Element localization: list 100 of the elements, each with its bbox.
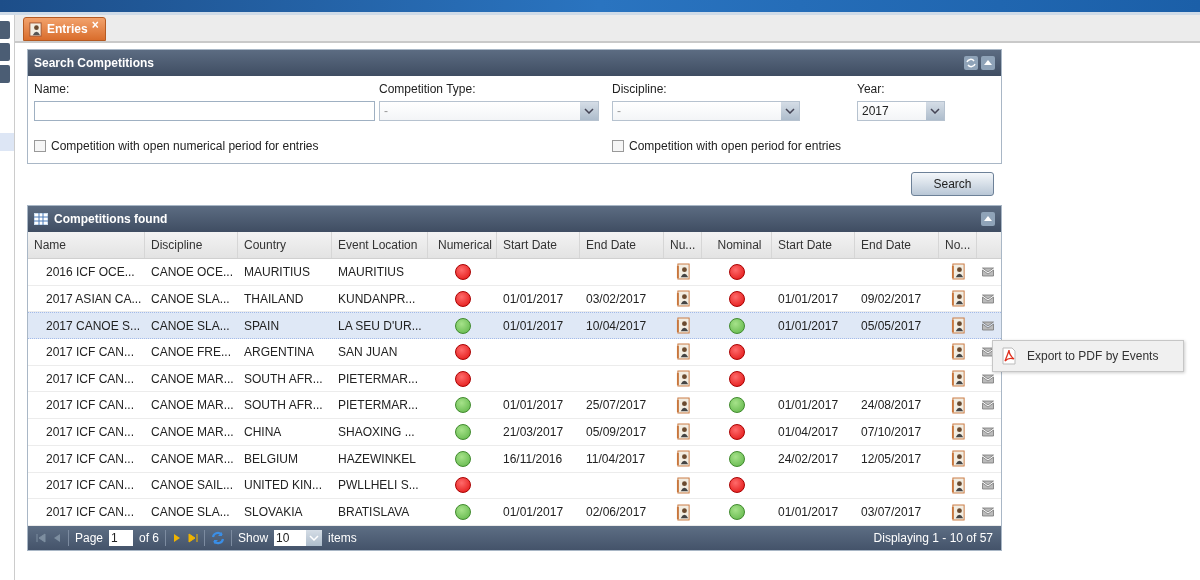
address-book-icon[interactable]	[675, 396, 691, 414]
column-header[interactable]: Nominal	[702, 232, 772, 258]
table-cell-text: 03/07/2017	[860, 504, 923, 522]
refresh-icon[interactable]	[211, 530, 226, 545]
checkbox-label: Competition with open numerical period for entries	[51, 139, 319, 153]
column-header[interactable]: Discipline	[145, 232, 238, 258]
envelope-icon[interactable]	[981, 346, 994, 357]
page-size-dropdown[interactable]: 10	[274, 529, 323, 546]
table-cell-text: 01/01/2017	[502, 504, 565, 522]
year-dropdown[interactable]: 2017	[857, 101, 945, 121]
first-page-icon[interactable]	[36, 532, 46, 543]
table-cell-text: CANOE SAIL...	[150, 477, 235, 495]
table-cell-text: CHINA	[243, 423, 283, 441]
column-header[interactable]: Start Date	[772, 232, 855, 258]
address-book-icon[interactable]	[950, 396, 966, 414]
envelope-icon[interactable]	[981, 453, 994, 464]
paging-summary: Displaying 1 - 10 of 57	[873, 530, 993, 545]
address-book-icon[interactable]	[950, 290, 966, 308]
show-label: Show	[238, 530, 269, 545]
table-cell-text: 16/11/2016	[502, 450, 564, 468]
table-row[interactable]: 2017 ICF CAN... CANOE MAR... SOUTH AFR... PIETERMAR...	[28, 365, 1001, 393]
address-book-icon[interactable]	[675, 290, 691, 308]
table-cell-text: 2017 ICF CAN...	[45, 397, 136, 415]
table-cell-text: 09/02/2017	[860, 290, 923, 308]
envelope-icon[interactable]	[981, 480, 994, 491]
address-book-icon[interactable]	[675, 503, 691, 521]
table-cell-text: SOUTH AFR...	[243, 370, 324, 388]
previous-page-icon[interactable]	[52, 532, 62, 543]
column-header[interactable]: End Date	[855, 232, 939, 258]
address-book-icon[interactable]	[675, 450, 691, 468]
table-cell-text: 25/07/2017	[585, 397, 648, 415]
column-header[interactable]: End Date	[580, 232, 664, 258]
items-label: items	[328, 530, 357, 545]
column-header[interactable]: Country	[238, 232, 332, 258]
table-row[interactable]: 2016 ICF OCE... CANOE OCE... MAURITIUS MAURITIUS	[28, 259, 1001, 286]
address-book-icon[interactable]	[950, 503, 966, 521]
table-row[interactable]: 2017 ICF CAN... CANOE MAR... BELGIUM HAZEWINKEL 16/11/2016 11/04/2017 24/02/2017 12/05/2017	[28, 445, 1001, 473]
table-cell-text: 2017 ASIAN CA...	[45, 290, 143, 308]
address-book-icon[interactable]	[675, 370, 691, 388]
address-book-icon[interactable]	[950, 370, 966, 388]
menu-item[interactable]: Export to PDF by Events	[993, 341, 1183, 371]
table-cell-text: CANOE MAR...	[150, 370, 235, 388]
last-page-icon[interactable]	[188, 532, 199, 543]
table-cell-text: UNITED KIN...	[243, 477, 323, 495]
column-header[interactable]: Numerical	[428, 232, 497, 258]
table-row[interactable]: 2017 ICF CAN... CANOE SAIL... UNITED KIN... PWLLHELI S...	[28, 472, 1001, 500]
envelope-icon[interactable]	[981, 373, 994, 384]
refresh-icon[interactable]	[964, 56, 978, 70]
envelope-icon[interactable]	[981, 426, 994, 437]
collapse-icon[interactable]	[981, 212, 995, 226]
column-header[interactable]: Start Date	[497, 232, 580, 258]
collapse-icon[interactable]	[981, 56, 995, 70]
page-input-field[interactable]: 1	[109, 529, 134, 546]
envelope-icon[interactable]	[981, 266, 994, 277]
address-book-icon[interactable]	[675, 263, 691, 281]
field-label: Name:	[34, 82, 71, 96]
address-book-icon	[28, 21, 43, 37]
envelope-icon[interactable]	[981, 293, 994, 304]
address-book-icon[interactable]	[675, 317, 691, 335]
table-row[interactable]: 2017 CANOE S... CANOE SLA... SPAIN LA SEU D'UR... 01/01/2017 10/04/2017 01/01/2017 05/05/2017	[28, 312, 1001, 340]
address-book-icon[interactable]	[675, 423, 691, 441]
address-book-icon[interactable]	[675, 476, 691, 494]
table-row[interactable]: 2017 ICF CAN... CANOE MAR... CHINA SHAOXING ... 21/03/2017 05/09/2017 01/04/2017 07/10/2017	[28, 419, 1001, 446]
envelope-icon[interactable]	[981, 320, 994, 331]
address-book-icon[interactable]	[950, 423, 966, 441]
envelope-icon[interactable]	[981, 507, 994, 518]
page-label: Page	[75, 530, 104, 545]
column-header[interactable]: No...	[939, 232, 977, 258]
address-book-icon[interactable]	[950, 317, 966, 335]
envelope-icon[interactable]	[981, 400, 994, 411]
column-header[interactable]: Nu...	[664, 232, 702, 258]
address-book-icon[interactable]	[950, 343, 966, 361]
table-cell-text: CANOE SLA...	[150, 504, 231, 522]
page-count: of 6	[139, 530, 160, 545]
table-cell-text: SHAOXING ...	[337, 423, 416, 441]
table-cell-text: 01/01/2017	[777, 290, 840, 308]
address-book-icon[interactable]	[950, 476, 966, 494]
grid-icon	[34, 213, 48, 225]
table-cell-text: HAZEWINKEL	[337, 450, 417, 468]
address-book-icon[interactable]	[950, 450, 966, 468]
name-input-field[interactable]	[34, 101, 375, 121]
address-book-icon[interactable]	[950, 263, 966, 281]
address-book-icon[interactable]	[675, 343, 691, 361]
table-cell-text: 24/02/2017	[777, 450, 840, 468]
table-row[interactable]: 2017 ICF CAN... CANOE SLA... SLOVAKIA BRATISLAVA 01/01/2017 02/06/2017 01/01/2017 03/07/2017	[28, 499, 1001, 526]
table-cell-text: CANOE MAR...	[150, 397, 235, 415]
table-cell-text: CANOE FRE...	[150, 343, 232, 361]
table-cell-text: 10/04/2017	[585, 317, 648, 335]
checkbox[interactable]	[34, 140, 46, 152]
table-cell-text: 01/01/2017	[502, 397, 565, 415]
table-row[interactable]: 2017 ICF CAN... CANOE MAR... SOUTH AFR... PIETERMAR... 01/01/2017 25/07/2017 01/01/2017 24/08/2017	[28, 392, 1001, 420]
table-cell-text: KUNDANPR...	[337, 290, 417, 308]
column-header[interactable]: Name	[28, 232, 145, 258]
table-cell-text: 2017 ICF CAN...	[45, 450, 136, 468]
checkbox[interactable]	[612, 140, 624, 152]
caret-icon	[785, 108, 795, 114]
table-cell-text: 2017 ICF CAN...	[45, 343, 136, 361]
search-button[interactable]: Search	[911, 172, 994, 196]
table-cell-text: PWLLHELI S...	[337, 477, 420, 495]
column-header[interactable]: Event Location	[332, 232, 428, 258]
